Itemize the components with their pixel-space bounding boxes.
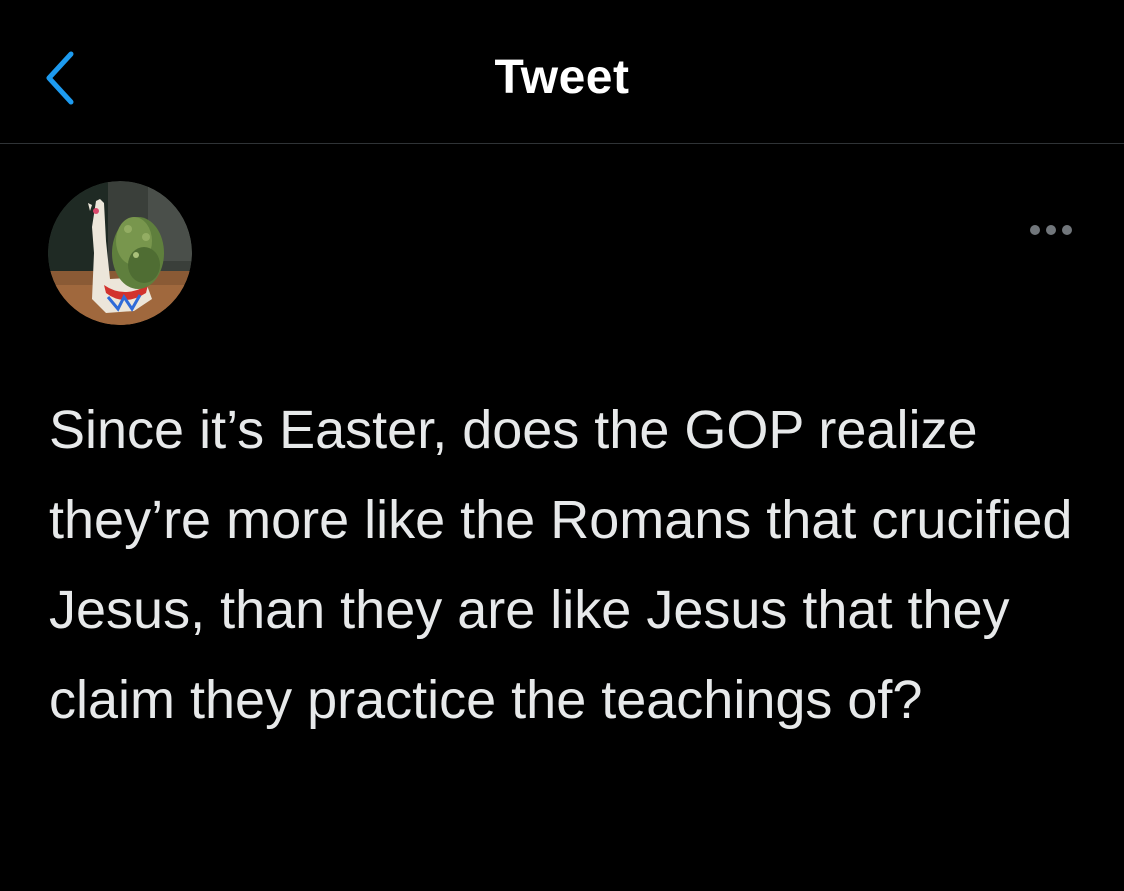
avatar-llama-planter-image xyxy=(48,181,192,325)
more-options-button[interactable] xyxy=(1022,212,1080,248)
page-title: Tweet xyxy=(494,51,630,104)
tweet-text: Since it’s Easter, does the GOP realize … xyxy=(49,400,1088,730)
more-horizontal-icon xyxy=(1030,225,1072,235)
avatar[interactable] xyxy=(48,181,192,325)
top-navigation-bar: Tweet xyxy=(0,0,1124,144)
